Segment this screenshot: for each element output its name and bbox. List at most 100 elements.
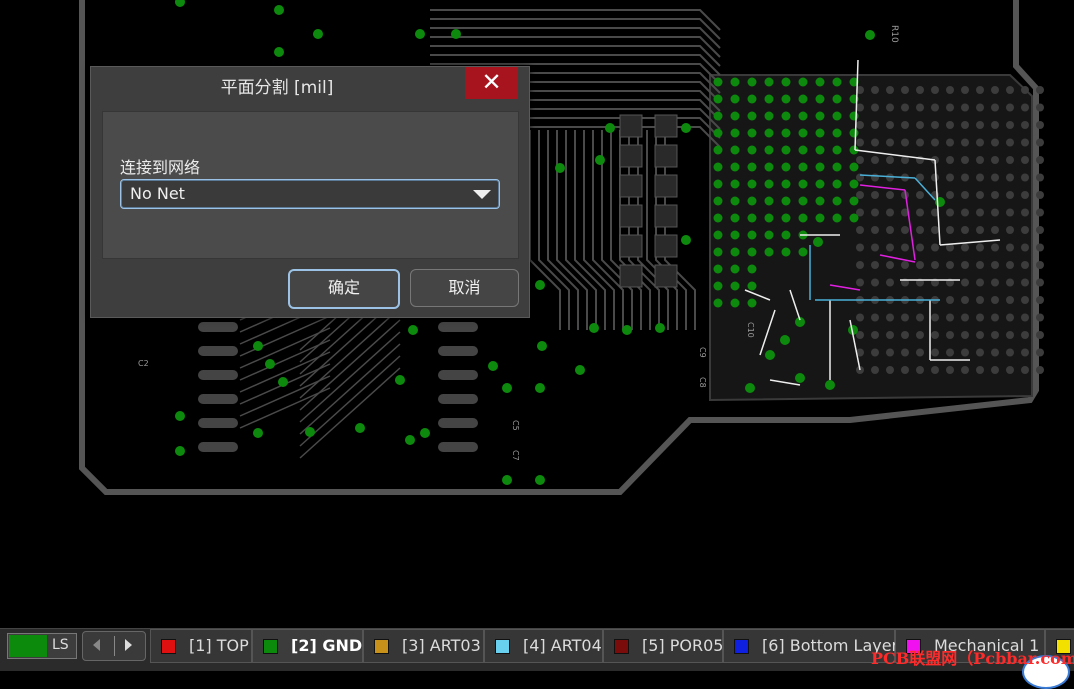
bga-ball — [991, 208, 999, 217]
bga-ball — [856, 156, 864, 164]
via — [798, 94, 808, 104]
bga-ball — [1006, 156, 1014, 164]
bga-ball — [1021, 296, 1029, 304]
via — [415, 29, 425, 39]
bga-ball — [931, 121, 939, 129]
bga-ball — [976, 86, 984, 94]
layer-tab-por05[interactable]: [5] POR05 — [603, 629, 723, 663]
bga-ball — [931, 226, 939, 234]
via — [815, 162, 825, 172]
ic-pad — [198, 322, 238, 332]
bga-ball — [1021, 278, 1029, 287]
bga-ball — [1006, 296, 1014, 304]
via — [798, 128, 808, 138]
via — [781, 94, 791, 104]
layer-nav — [82, 631, 146, 661]
bga-ball — [916, 366, 924, 374]
component-pad — [654, 234, 678, 258]
bga-ball — [1006, 173, 1014, 182]
via — [781, 247, 791, 257]
via — [832, 213, 842, 223]
via — [747, 298, 757, 308]
bga-ball — [1036, 191, 1044, 199]
via — [747, 145, 757, 155]
bga-ball — [1021, 348, 1029, 357]
bga-ball — [1021, 208, 1029, 217]
layer-tab-label: [2] GND — [291, 636, 363, 655]
via — [655, 323, 665, 333]
via — [730, 77, 740, 87]
bga-ball — [871, 261, 879, 269]
component-pad — [619, 174, 643, 198]
bga-ball — [991, 156, 999, 164]
via — [713, 281, 723, 291]
via — [747, 94, 757, 104]
via — [535, 383, 545, 393]
via — [713, 213, 723, 223]
bga-ball — [976, 138, 984, 147]
bga-ball — [886, 278, 894, 287]
scroll-right-icon[interactable] — [125, 639, 132, 651]
via — [815, 128, 825, 138]
bga-ball — [1021, 121, 1029, 129]
layer-tab-bottom[interactable]: [6] Bottom Layer — [723, 629, 898, 663]
bga-ball — [1021, 313, 1029, 322]
dialog-title: 平面分割 [mil] — [220, 78, 334, 98]
connect-to-net-label: 连接到网络 — [120, 158, 201, 177]
bga-ball — [946, 138, 954, 147]
via — [780, 335, 790, 345]
layer-swatch — [374, 639, 389, 654]
via — [730, 196, 740, 206]
layer-swatch — [495, 639, 510, 654]
bga-ball — [991, 261, 999, 269]
via — [764, 94, 774, 104]
via — [764, 247, 774, 257]
layer-tab-art03[interactable]: [3] ART03 — [363, 629, 484, 663]
bga-ball — [886, 208, 894, 217]
ic-pad — [198, 370, 238, 380]
ic-pad — [438, 346, 478, 356]
via — [832, 94, 842, 104]
bga-ball — [991, 313, 999, 322]
layer-set-selector[interactable]: LS — [7, 633, 77, 659]
net-dropdown[interactable]: No Net — [120, 179, 500, 209]
via — [713, 77, 723, 87]
ok-button[interactable]: 确定 — [288, 269, 400, 309]
layer-tab-label: [1] TOP — [189, 636, 249, 655]
bga-ball — [946, 261, 954, 269]
component-pad — [654, 114, 678, 138]
via — [747, 179, 757, 189]
bga-ball — [1036, 261, 1044, 269]
layer-tab-top[interactable]: [1] TOP — [150, 629, 252, 663]
via — [253, 428, 263, 438]
scroll-left-icon[interactable] — [93, 639, 100, 651]
bga-ball — [976, 243, 984, 252]
bga-ball — [976, 278, 984, 287]
via — [815, 145, 825, 155]
trace — [299, 343, 401, 435]
bga-ball — [991, 331, 999, 339]
bga-ball — [1006, 278, 1014, 287]
via — [781, 128, 791, 138]
cancel-button[interactable]: 取消 — [410, 269, 519, 307]
bga-ball — [871, 226, 879, 234]
via — [713, 196, 723, 206]
bga-ball — [946, 296, 954, 304]
bga-ball — [916, 121, 924, 129]
layer-swatch — [734, 639, 749, 654]
via — [764, 77, 774, 87]
close-button[interactable]: ✕ — [465, 67, 518, 99]
via — [713, 247, 723, 257]
via — [849, 162, 859, 172]
via — [849, 128, 859, 138]
via — [713, 179, 723, 189]
via — [595, 155, 605, 165]
via — [535, 475, 545, 485]
via — [849, 196, 859, 206]
bga-ball — [871, 243, 879, 252]
silk-label-c2: C2 — [138, 359, 149, 368]
bga-ball — [931, 261, 939, 269]
layer-tab-art04[interactable]: [4] ART04 — [484, 629, 603, 663]
layer-tab-gnd[interactable]: [2] GND — [252, 629, 363, 663]
bga-ball — [961, 191, 969, 199]
